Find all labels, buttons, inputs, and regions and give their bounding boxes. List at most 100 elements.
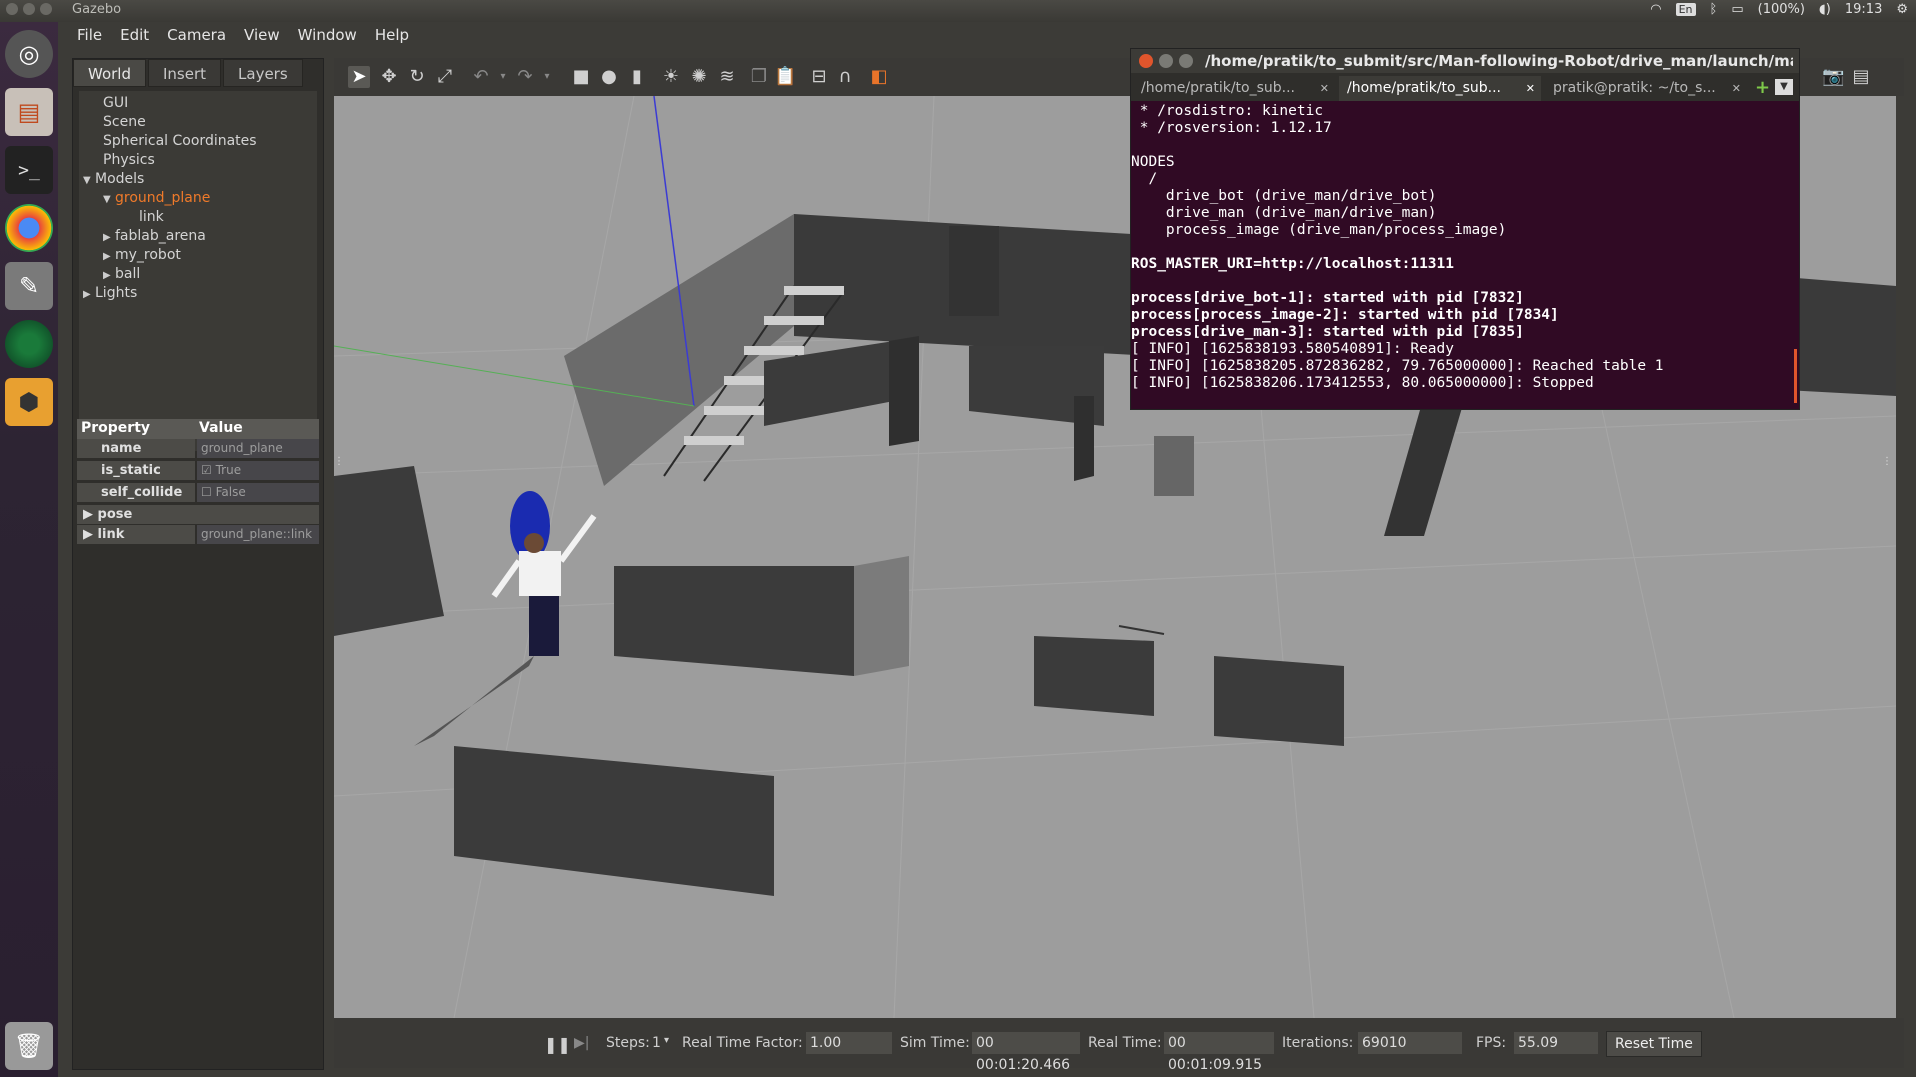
left-splitter-handle[interactable]: ⋮ xyxy=(334,456,344,467)
menu-help[interactable]: Help xyxy=(366,22,418,48)
is-static-checkbox[interactable]: ☑ True xyxy=(197,461,319,480)
tree-item-ball[interactable]: ▶ ball xyxy=(103,266,140,282)
keyboard-language-indicator[interactable]: En xyxy=(1675,3,1696,16)
real-time-factor-field: 1.00 xyxy=(806,1032,892,1054)
terminal-icon[interactable]: >_ xyxy=(5,146,53,194)
collapse-arrow-icon[interactable]: ▶ xyxy=(83,507,93,522)
log-data-icon[interactable]: ▤ xyxy=(1850,66,1872,88)
checkbox-checked-icon[interactable]: ☑ xyxy=(201,463,212,477)
menu-view[interactable]: View xyxy=(235,22,289,48)
terminal-window[interactable]: /home/pratik/to_submit/src/Man-following… xyxy=(1130,48,1800,410)
expand-arrow-icon[interactable]: ▼ xyxy=(103,194,115,205)
tree-item-physics[interactable]: Physics xyxy=(103,152,155,168)
scale-mode-icon[interactable]: ⤢ xyxy=(434,66,456,88)
directional-light-icon[interactable]: ≋ xyxy=(716,66,738,88)
wifi-icon[interactable]: ◠ xyxy=(1650,2,1661,17)
property-key: ▶ link xyxy=(77,525,195,544)
tree-item-lights[interactable]: ▶ Lights xyxy=(83,285,137,301)
self-collide-checkbox[interactable]: ☐ False xyxy=(197,483,319,502)
files-icon[interactable]: ▤ xyxy=(5,88,53,136)
tab-world[interactable]: World xyxy=(73,59,146,87)
redo-dropdown-icon[interactable]: ▾ xyxy=(536,66,558,88)
close-tab-icon[interactable]: ✕ xyxy=(1732,76,1741,101)
maximize-window-button[interactable] xyxy=(40,3,52,15)
menu-camera[interactable]: Camera xyxy=(158,22,235,48)
terminal-output[interactable]: * /rosdistro: kinetic * /rosversion: 1.1… xyxy=(1131,103,1799,403)
change-view-cube-icon[interactable]: ◧ xyxy=(868,66,890,88)
tree-item-ground-plane[interactable]: ▼ ground_plane xyxy=(103,190,210,206)
cylinder-shape-icon[interactable]: ▮ xyxy=(626,66,648,88)
tree-item-gui[interactable]: GUI xyxy=(103,95,128,111)
property-row-pose[interactable]: ▶ pose xyxy=(77,505,319,525)
terminal-tab-active[interactable]: /home/pratik/to_sub... ✕ xyxy=(1339,76,1541,101)
undo-icon[interactable]: ↶ xyxy=(470,66,492,88)
expand-arrow-icon[interactable]: ▼ xyxy=(83,175,95,186)
translate-mode-icon[interactable]: ✥ xyxy=(378,66,400,88)
tree-item-my-robot[interactable]: ▶ my_robot xyxy=(103,247,181,263)
undo-dropdown-icon[interactable]: ▾ xyxy=(492,66,514,88)
paste-icon[interactable]: 📋 xyxy=(774,66,796,88)
steps-value[interactable]: 1 xyxy=(652,1035,661,1051)
chrome-icon[interactable] xyxy=(5,204,53,252)
tree-item-link[interactable]: link xyxy=(139,209,164,225)
terminal-tab[interactable]: /home/pratik/to_sub... ✕ xyxy=(1133,76,1335,101)
align-icon[interactable]: ⊟ xyxy=(808,66,830,88)
property-row-link[interactable]: ▶ link ground_plane::link xyxy=(77,525,319,545)
bluetooth-icon[interactable]: ᛒ xyxy=(1710,2,1718,17)
tab-layers[interactable]: Layers xyxy=(223,59,303,87)
terminal-maximize-button[interactable] xyxy=(1179,54,1193,68)
tree-item-spherical-coordinates[interactable]: Spherical Coordinates xyxy=(103,133,257,149)
spot-light-icon[interactable]: ✺ xyxy=(688,66,710,88)
close-tab-icon[interactable]: ✕ xyxy=(1320,76,1329,101)
checkbox-unchecked-icon[interactable]: ☐ xyxy=(201,485,212,499)
menu-edit[interactable]: Edit xyxy=(111,22,158,48)
menu-window[interactable]: Window xyxy=(289,22,366,48)
minimize-window-button[interactable] xyxy=(23,3,35,15)
property-value[interactable]: ground_plane xyxy=(197,439,319,458)
sphere-shape-icon[interactable]: ● xyxy=(598,66,620,88)
system-settings-icon[interactable]: ✎ xyxy=(5,262,53,310)
close-tab-icon[interactable]: ✕ xyxy=(1526,76,1535,101)
terminal-minimize-button[interactable] xyxy=(1159,54,1173,68)
terminal-tab[interactable]: pratik@pratik: ~/to_s... ✕ xyxy=(1545,76,1747,101)
settings-gear-icon[interactable]: ⚙ xyxy=(1896,2,1908,17)
pause-icon[interactable]: ❚❚ xyxy=(544,1035,571,1054)
tab-menu-dropdown-icon[interactable]: ▼ xyxy=(1775,79,1793,95)
collapse-arrow-icon[interactable]: ▶ xyxy=(83,289,95,300)
terminal-scrollbar[interactable] xyxy=(1794,349,1797,403)
terminal-title: /home/pratik/to_submit/src/Man-following… xyxy=(1205,52,1793,70)
point-light-icon[interactable]: ☀ xyxy=(660,66,682,88)
clock[interactable]: 19:13 xyxy=(1845,2,1882,17)
dash-home-icon[interactable]: ◎ xyxy=(5,30,53,78)
collapse-arrow-icon[interactable]: ▶ xyxy=(103,270,115,281)
collapse-arrow-icon[interactable]: ▶ xyxy=(103,251,115,262)
menu-file[interactable]: File xyxy=(68,22,111,48)
gazebo-app-icon[interactable] xyxy=(5,320,53,368)
new-tab-plus-icon[interactable]: + xyxy=(1755,77,1770,98)
close-window-button[interactable] xyxy=(6,3,18,15)
right-splitter-handle[interactable]: ⋮ xyxy=(1882,456,1892,467)
terminal-close-button[interactable] xyxy=(1139,54,1153,68)
steps-dropdown-icon[interactable]: ▾ xyxy=(664,1035,669,1046)
tree-item-fablab-arena[interactable]: ▶ fablab_arena xyxy=(103,228,206,244)
copy-icon[interactable]: ❐ xyxy=(748,66,770,88)
select-mode-arrow-icon[interactable]: ➤ xyxy=(348,66,370,88)
reset-time-button[interactable]: Reset Time xyxy=(1606,1031,1702,1057)
screenshot-camera-icon[interactable]: 📷 xyxy=(1822,66,1844,88)
volume-icon[interactable]: ◖) xyxy=(1819,2,1831,17)
terminal-title-bar[interactable]: /home/pratik/to_submit/src/Man-following… xyxy=(1131,49,1799,73)
battery-icon[interactable]: ▭ xyxy=(1731,2,1743,17)
snap-magnet-icon[interactable]: ∩ xyxy=(834,66,856,88)
tree-item-scene[interactable]: Scene xyxy=(103,114,146,130)
cube-app-icon[interactable]: ⬢ xyxy=(5,378,53,426)
step-icon[interactable]: ▶| xyxy=(574,1035,589,1051)
rotate-mode-icon[interactable]: ↻ xyxy=(406,66,428,88)
collapse-arrow-icon[interactable]: ▶ xyxy=(103,232,115,243)
trash-icon[interactable]: 🗑 xyxy=(5,1022,53,1070)
collapse-arrow-icon[interactable]: ▶ xyxy=(83,527,93,542)
redo-icon[interactable]: ↷ xyxy=(514,66,536,88)
tab-insert[interactable]: Insert xyxy=(148,59,222,87)
tree-item-models[interactable]: ▼ Models xyxy=(83,171,144,187)
box-shape-icon[interactable]: ■ xyxy=(570,66,592,88)
